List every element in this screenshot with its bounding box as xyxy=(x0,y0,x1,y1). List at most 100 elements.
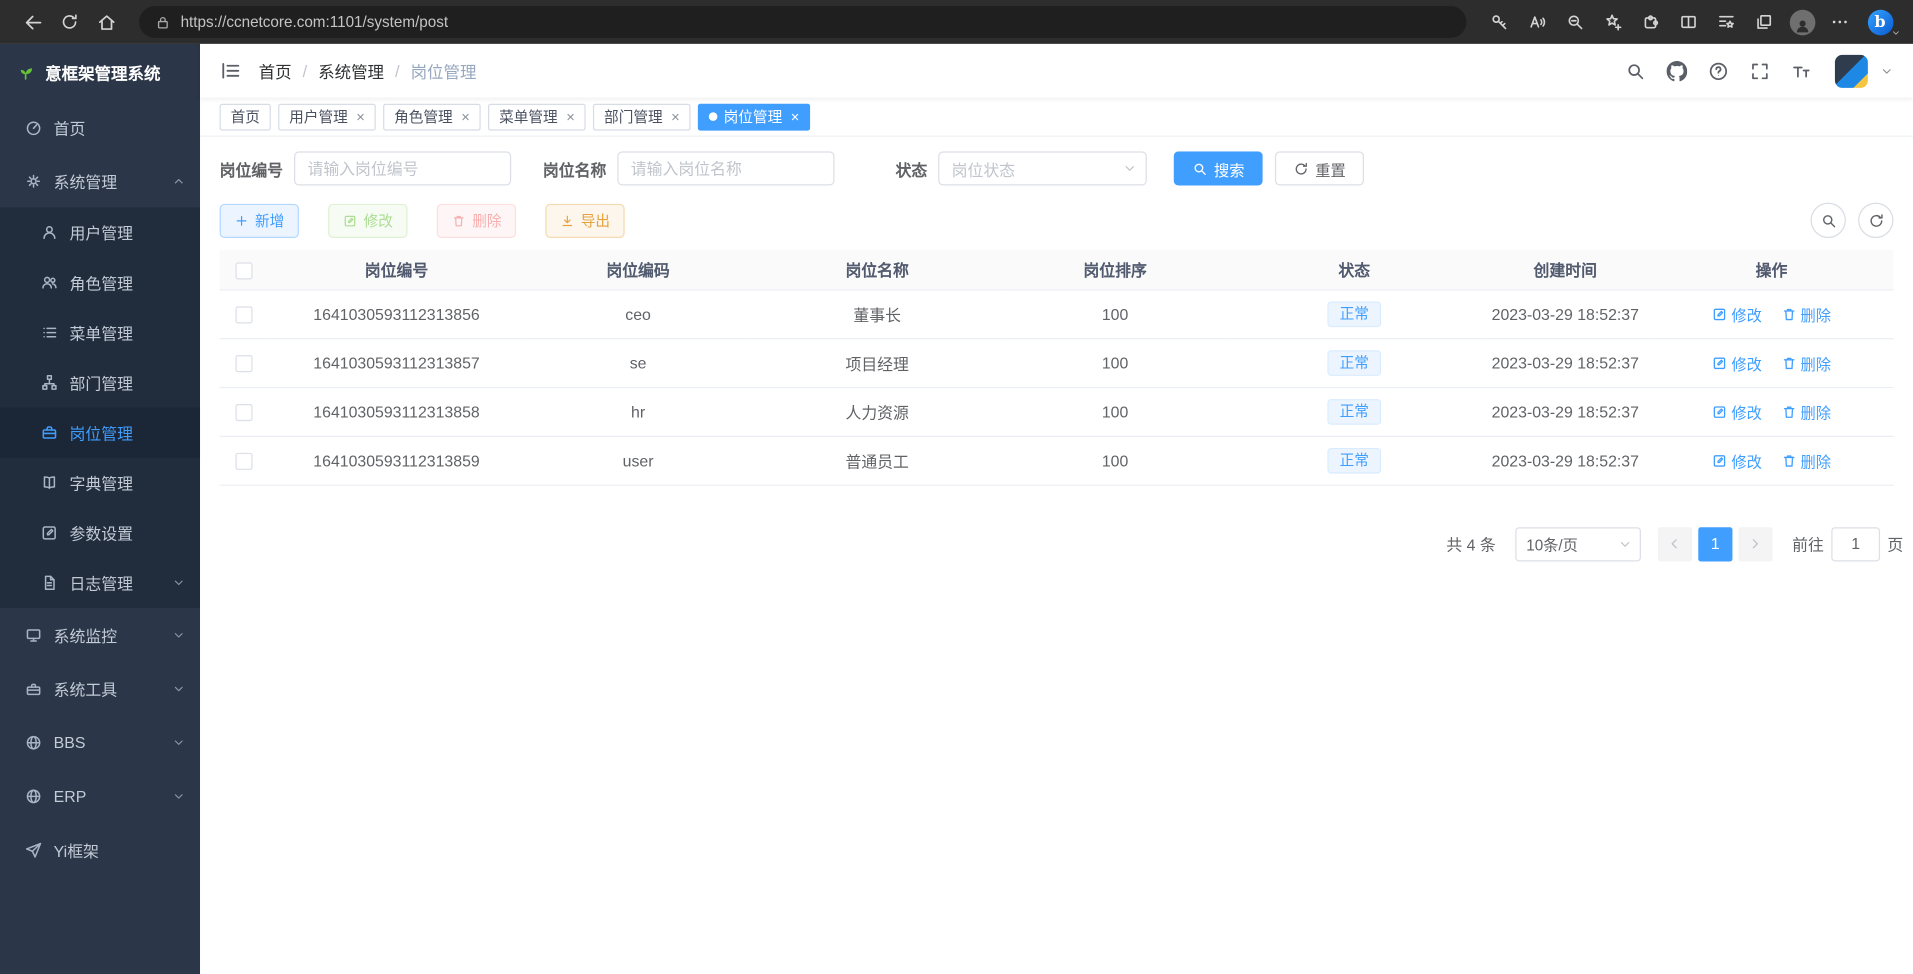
page-number-1[interactable]: 1 xyxy=(1698,527,1732,561)
sidebar-item-menu-management[interactable]: 菜单管理 xyxy=(0,308,200,358)
browser-refresh-button[interactable] xyxy=(51,5,88,39)
row-delete-link[interactable]: 删除 xyxy=(1781,400,1831,423)
zoom-button[interactable] xyxy=(1557,5,1594,39)
add-button[interactable]: 新增 xyxy=(220,203,299,237)
browser-back-button[interactable] xyxy=(15,5,52,39)
tab-user-management[interactable]: 用户管理× xyxy=(278,103,376,130)
refresh-table-button[interactable] xyxy=(1858,203,1893,238)
sidebar-item-param-settings[interactable]: 参数设置 xyxy=(0,508,200,558)
tab-dept-management[interactable]: 部门管理× xyxy=(593,103,691,130)
read-aloud-button[interactable] xyxy=(1519,5,1556,39)
breadcrumb-system[interactable]: 系统管理 xyxy=(318,59,384,83)
sidebar-item-erp[interactable]: ERP xyxy=(0,769,200,823)
next-page-button[interactable] xyxy=(1739,527,1773,561)
profile-button[interactable] xyxy=(1784,5,1821,39)
sidebar-item-log-management[interactable]: 日志管理 xyxy=(0,558,200,608)
breadcrumb-home[interactable]: 首页 xyxy=(259,59,292,83)
status-select[interactable]: 岗位状态 xyxy=(938,151,1147,185)
password-key-button[interactable] xyxy=(1481,5,1518,39)
sidebar-item-label: ERP xyxy=(54,787,87,805)
tab-menu-management[interactable]: 菜单管理× xyxy=(488,103,586,130)
browser-menu-button[interactable] xyxy=(1822,5,1859,39)
trash-icon xyxy=(451,213,466,228)
post-code-input[interactable] xyxy=(294,151,511,185)
close-icon[interactable]: × xyxy=(356,109,365,124)
download-icon xyxy=(560,213,575,228)
goto-page-input[interactable] xyxy=(1831,527,1880,561)
fullscreen-icon xyxy=(1749,60,1770,81)
header-search-button[interactable] xyxy=(1618,54,1652,88)
seedling-logo-icon xyxy=(16,62,36,82)
edit-icon xyxy=(1712,403,1728,419)
sidebar: 意框架管理系统 首页 系统管理 用户管理 xyxy=(0,44,200,974)
chevron-down-icon xyxy=(172,789,185,802)
row-delete-link[interactable]: 删除 xyxy=(1781,351,1831,374)
sidebar-item-role-management[interactable]: 角色管理 xyxy=(0,258,200,308)
page-unit-label: 页 xyxy=(1887,532,1903,555)
row-checkbox[interactable] xyxy=(235,355,252,372)
row-edit-link[interactable]: 修改 xyxy=(1712,449,1762,472)
close-icon[interactable]: × xyxy=(791,109,800,124)
back-arrow-icon xyxy=(23,12,44,33)
tab-home[interactable]: 首页 xyxy=(220,103,271,130)
briefcase-icon xyxy=(40,424,58,442)
row-checkbox[interactable] xyxy=(235,404,252,421)
extensions-button[interactable] xyxy=(1632,5,1669,39)
collections-button[interactable] xyxy=(1746,5,1783,39)
favorites-button[interactable] xyxy=(1708,5,1745,39)
sidebar-item-post-management[interactable]: 岗位管理 xyxy=(0,408,200,458)
row-checkbox[interactable] xyxy=(235,453,252,470)
select-all-checkbox[interactable] xyxy=(235,262,252,279)
status-badge: 正常 xyxy=(1327,399,1381,425)
close-icon[interactable]: × xyxy=(566,109,575,124)
prev-page-button[interactable] xyxy=(1658,527,1692,561)
close-icon[interactable]: × xyxy=(461,109,470,124)
sidebar-item-system-monitor[interactable]: 系统监控 xyxy=(0,608,200,662)
post-name-input[interactable] xyxy=(617,151,834,185)
tab-role-management[interactable]: 角色管理× xyxy=(383,103,481,130)
sidebar-item-bbs[interactable]: BBS xyxy=(0,715,200,769)
browser-home-button[interactable] xyxy=(88,5,125,39)
row-checkbox[interactable] xyxy=(235,306,252,323)
chevron-down-icon[interactable] xyxy=(1880,64,1893,77)
main-area: 首页 / 系统管理 / 岗位管理 首页 用户管理× xyxy=(200,44,1913,974)
add-favorite-button[interactable] xyxy=(1595,5,1632,39)
app-header: 首页 / 系统管理 / 岗位管理 xyxy=(200,44,1913,98)
github-button[interactable] xyxy=(1659,54,1693,88)
sidebar-item-system-management[interactable]: 系统管理 xyxy=(0,154,200,208)
sidebar-item-yi-framework[interactable]: Yi框架 xyxy=(0,823,200,877)
toolbox-icon xyxy=(24,679,42,697)
split-screen-button[interactable] xyxy=(1670,5,1707,39)
chevron-right-icon xyxy=(1748,536,1764,552)
copilot-button[interactable]: b xyxy=(1859,5,1900,39)
collapse-sidebar-button[interactable] xyxy=(220,60,242,82)
row-edit-link[interactable]: 修改 xyxy=(1712,400,1762,423)
sidebar-item-user-management[interactable]: 用户管理 xyxy=(0,207,200,257)
breadcrumb: 首页 / 系统管理 / 岗位管理 xyxy=(259,59,477,83)
font-size-button[interactable] xyxy=(1784,54,1818,88)
sidebar-item-dept-management[interactable]: 部门管理 xyxy=(0,358,200,408)
puzzle-icon xyxy=(1641,12,1661,32)
row-delete-link[interactable]: 删除 xyxy=(1781,302,1831,325)
row-edit-link[interactable]: 修改 xyxy=(1712,351,1762,374)
sidebar-item-system-tools[interactable]: 系统工具 xyxy=(0,662,200,716)
page-size-select[interactable]: 10条/页 xyxy=(1515,527,1641,561)
sidebar-item-home[interactable]: 首页 xyxy=(0,100,200,154)
row-delete-link[interactable]: 删除 xyxy=(1781,449,1831,472)
export-button[interactable]: 导出 xyxy=(545,203,624,237)
collections-icon xyxy=(1754,12,1774,32)
refresh-icon xyxy=(60,12,80,32)
plus-icon xyxy=(234,213,249,228)
toggle-search-button[interactable] xyxy=(1811,203,1846,238)
tab-post-management[interactable]: 岗位管理× xyxy=(698,103,810,130)
close-icon[interactable]: × xyxy=(671,109,680,124)
sidebar-item-dict-management[interactable]: 字典管理 xyxy=(0,458,200,508)
reset-button[interactable]: 重置 xyxy=(1275,151,1364,185)
table-row: 1641030593112313859 user 普通员工 100 正常 202… xyxy=(220,436,1894,485)
help-button[interactable] xyxy=(1701,54,1735,88)
address-bar[interactable]: https://ccnetcore.com:1101/system/post xyxy=(139,6,1466,38)
fullscreen-button[interactable] xyxy=(1742,54,1776,88)
user-avatar[interactable] xyxy=(1835,54,1868,87)
row-edit-link[interactable]: 修改 xyxy=(1712,302,1762,325)
search-button[interactable]: 搜索 xyxy=(1174,151,1263,185)
